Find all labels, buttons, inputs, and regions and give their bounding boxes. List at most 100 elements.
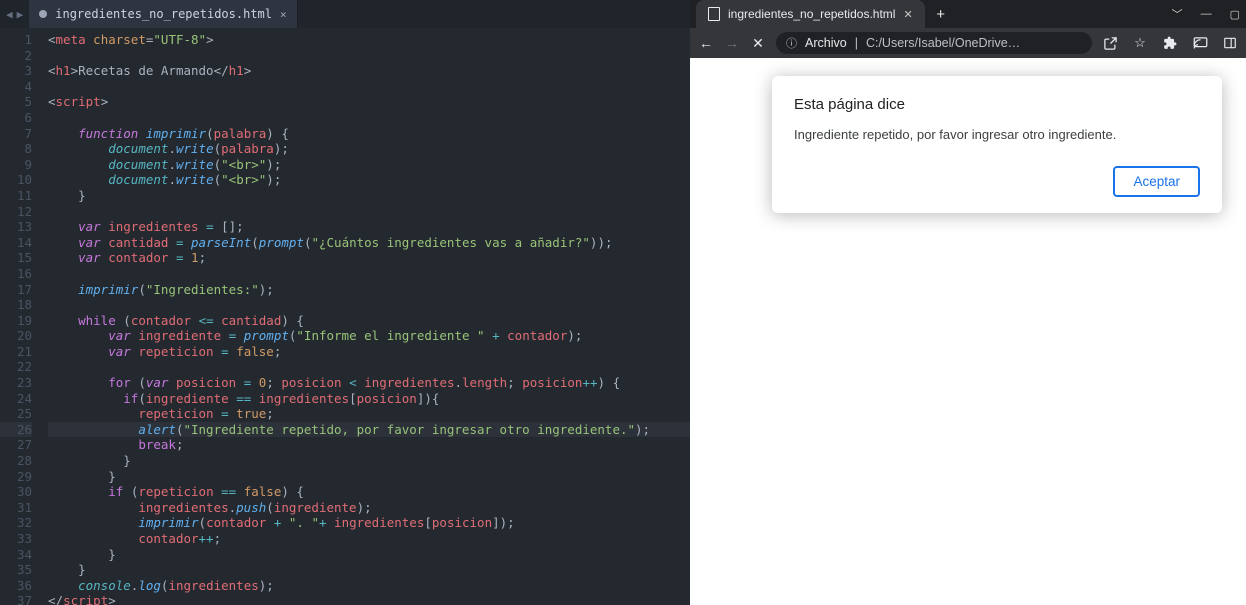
line-number: 35 [0,562,32,578]
code-line[interactable]: function imprimir(palabra) { [48,126,690,142]
code-line[interactable]: contador++; [48,531,690,547]
line-number: 14 [0,235,32,251]
code-line[interactable]: <script> [48,94,690,110]
line-number: 21 [0,344,32,360]
code-line[interactable] [48,204,690,220]
editor-tab[interactable]: ingredientes_no_repetidos.html × [29,0,297,28]
line-number: 30 [0,484,32,500]
line-number: 9 [0,157,32,173]
code-line[interactable]: <meta charset="UTF-8"> [48,32,690,48]
line-number: 5 [0,94,32,110]
code-line[interactable]: </script> [48,593,690,605]
code-line[interactable]: var ingrediente = prompt("Informe el ing… [48,328,690,344]
star-icon[interactable]: ☆ [1132,35,1148,51]
code-line[interactable]: } [48,562,690,578]
line-number: 11 [0,188,32,204]
code-line[interactable]: var contador = 1; [48,250,690,266]
cast-icon[interactable] [1192,35,1208,51]
editor-tabbar: ◀ ▶ ingredientes_no_repetidos.html × [0,0,690,28]
code-line[interactable]: if(ingrediente == ingredientes[posicion]… [48,391,690,407]
code-line[interactable] [48,266,690,282]
code-line[interactable]: imprimir(contador + ". "+ ingredientes[p… [48,515,690,531]
code-line[interactable]: document.write(palabra); [48,141,690,157]
line-number: 1 [0,32,32,48]
window-controls: ﹀ ― ▢ [1172,8,1240,20]
code-line[interactable]: } [48,188,690,204]
line-number: 15 [0,250,32,266]
code-line[interactable] [48,359,690,375]
close-icon[interactable]: × [280,8,287,21]
line-number: 13 [0,219,32,235]
browser-toolbar: ← → ✕ ⓘ Archivo | C:/Users/Isabel/OneDri… [690,28,1246,58]
code-line[interactable] [48,110,690,126]
line-number: 8 [0,141,32,157]
browser-tab[interactable]: ingredientes_no_repetidos.html ✕ [696,0,925,28]
line-number: 3 [0,63,32,79]
maximize-icon[interactable]: ▢ [1230,8,1240,20]
dialog-ok-button[interactable]: Aceptar [1113,166,1200,197]
dialog-message: Ingrediente repetido, por favor ingresar… [794,127,1200,142]
address-bar[interactable]: ⓘ Archivo | C:/Users/Isabel/OneDrive… [776,32,1092,54]
line-number: 12 [0,204,32,220]
code-line[interactable] [48,297,690,313]
minimize-icon[interactable]: ― [1201,8,1212,20]
browser-tab-title: ingredientes_no_repetidos.html [728,7,895,21]
line-number: 7 [0,126,32,142]
code-line[interactable]: imprimir("Ingredientes:"); [48,282,690,298]
alert-dialog: Esta página dice Ingrediente repetido, p… [772,76,1222,213]
stop-icon[interactable]: ✕ [750,35,766,51]
toolbar-actions: ☆ [1102,35,1238,51]
info-icon: ⓘ [786,35,797,51]
line-number: 20 [0,328,32,344]
line-number: 37 [0,593,32,605]
code-line[interactable]: document.write("<br>"); [48,157,690,173]
code-line[interactable]: break; [48,437,690,453]
line-number: 32 [0,515,32,531]
addr-scheme: Archivo [805,36,847,50]
code-line[interactable] [48,79,690,95]
dirty-indicator-icon [39,10,47,18]
code-line[interactable]: <h1>Recetas de Armando</h1> [48,63,690,79]
line-number: 34 [0,547,32,563]
code-line[interactable]: var repeticion = false; [48,344,690,360]
line-number: 28 [0,453,32,469]
triangle-right-icon[interactable]: ▶ [17,8,24,21]
code-line[interactable]: } [48,453,690,469]
line-number: 23 [0,375,32,391]
line-number: 16 [0,266,32,282]
document-icon [708,7,720,21]
code-line[interactable]: } [48,469,690,485]
line-number: 6 [0,110,32,126]
line-number: 33 [0,531,32,547]
code-line[interactable]: while (contador <= cantidad) { [48,313,690,329]
side-panel-icon[interactable] [1222,35,1238,51]
extensions-icon[interactable] [1162,35,1178,51]
code-line[interactable]: for (var posicion = 0; posicion < ingred… [48,375,690,391]
share-icon[interactable] [1102,35,1118,51]
code-line[interactable]: ingredientes.push(ingrediente); [48,500,690,516]
close-icon[interactable]: ✕ [903,8,912,21]
triangle-left-icon[interactable]: ◀ [6,8,13,21]
code-line[interactable]: if (repeticion == false) { [48,484,690,500]
addr-url: C:/Users/Isabel/OneDrive… [866,36,1082,50]
line-number: 2 [0,48,32,64]
code-line[interactable]: console.log(ingredientes); [48,578,690,594]
chevron-down-icon[interactable]: ﹀ [1172,8,1183,20]
new-tab-button[interactable]: + [929,2,953,26]
editor-tab-nav: ◀ ▶ [0,8,29,21]
code-line[interactable] [48,48,690,64]
code-content[interactable]: <meta charset="UTF-8"> <h1>Recetas de Ar… [40,28,690,605]
code-line[interactable]: var cantidad = parseInt(prompt("¿Cuántos… [48,235,690,251]
code-line[interactable]: } [48,547,690,563]
code-line[interactable]: alert("Ingrediente repetido, por favor i… [48,422,690,438]
back-icon[interactable]: ← [698,35,714,51]
line-number: 36 [0,578,32,594]
code-line[interactable]: document.write("<br>"); [48,172,690,188]
line-number: 26 [0,422,32,438]
code-line[interactable]: var ingredientes = []; [48,219,690,235]
line-number: 25 [0,406,32,422]
line-number: 19 [0,313,32,329]
code-line[interactable]: repeticion = true; [48,406,690,422]
line-number: 22 [0,359,32,375]
forward-icon[interactable]: → [724,35,740,51]
